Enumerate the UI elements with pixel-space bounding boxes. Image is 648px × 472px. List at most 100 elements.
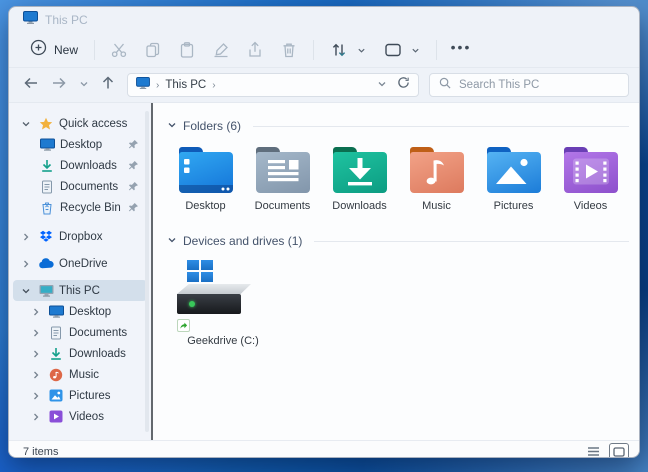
navigation-buttons — [23, 75, 115, 95]
sidebar-item-label: Music — [69, 369, 99, 381]
sort-button[interactable] — [321, 37, 375, 63]
pictures-icon — [48, 388, 64, 404]
chevron-right-icon[interactable] — [29, 412, 43, 422]
sidebar-item-label: Recycle Bin — [60, 202, 121, 214]
folder-documents[interactable]: Documents — [244, 143, 321, 218]
hard-drive-icon — [177, 294, 241, 314]
chevron-down-icon[interactable] — [19, 119, 33, 129]
chevron-right-icon[interactable] — [29, 307, 43, 317]
sidebar-item-downloads[interactable]: Downloads — [13, 343, 147, 364]
folders-section-header[interactable]: Folders (6) — [167, 117, 629, 135]
this-pc-icon — [38, 283, 54, 299]
trash-icon — [280, 41, 298, 59]
desktop-folder-icon — [178, 147, 234, 195]
back-button[interactable] — [23, 76, 39, 95]
folder-pictures[interactable]: Pictures — [475, 143, 552, 218]
new-button-label: New — [54, 43, 78, 57]
breadcrumb[interactable]: › This PC › — [127, 73, 419, 97]
chevron-right-icon[interactable] — [19, 232, 33, 242]
search-placeholder: Search This PC — [459, 79, 539, 91]
hard-drive-top-face — [177, 284, 251, 294]
chevron-right-icon[interactable]: › — [212, 80, 215, 91]
sidebar-item-documents-pinned[interactable]: Documents — [13, 176, 147, 197]
sidebar-item-documents[interactable]: Documents — [13, 322, 147, 343]
sidebar-item-label: Downloads — [60, 160, 117, 172]
sidebar-item-pictures[interactable]: Pictures — [13, 385, 147, 406]
music-folder-icon — [409, 147, 465, 195]
sidebar-item-label: Documents — [69, 327, 127, 339]
sidebar-item-dropbox[interactable]: Dropbox — [13, 226, 147, 247]
sidebar-item-onedrive[interactable]: OneDrive — [13, 253, 147, 274]
desktop-icon — [39, 137, 55, 153]
paste-button[interactable] — [170, 37, 204, 63]
sidebar-item-this-pc[interactable]: This PC — [13, 280, 147, 301]
videos-folder-icon — [563, 147, 619, 195]
large-icons-view-button[interactable] — [609, 443, 629, 459]
address-dropdown-chevron[interactable] — [377, 76, 387, 94]
window-title: This PC — [45, 13, 88, 27]
copy-icon — [144, 41, 162, 59]
sidebar-item-label: This PC — [59, 285, 100, 297]
folder-label: Videos — [574, 200, 607, 212]
pin-icon — [127, 181, 139, 193]
view-button[interactable] — [375, 38, 429, 62]
sidebar-item-recycle-bin[interactable]: Recycle Bin — [13, 197, 147, 218]
chevron-down-icon[interactable] — [167, 232, 177, 250]
large-icons-view-icon — [613, 447, 625, 457]
chevron-right-icon[interactable] — [29, 370, 43, 380]
recent-locations-chevron[interactable] — [79, 76, 89, 94]
sidebar-item-desktop-pinned[interactable]: Desktop — [13, 134, 147, 155]
paste-icon — [178, 41, 196, 59]
pin-icon — [127, 202, 139, 214]
folder-label: Downloads — [332, 200, 386, 212]
sidebar-item-quick-access[interactable]: Quick access — [13, 113, 147, 134]
forward-button[interactable] — [51, 76, 67, 95]
folders-grid: Desktop Documents Do — [167, 143, 629, 218]
sidebar-item-music[interactable]: Music — [13, 364, 147, 385]
search-input[interactable]: Search This PC — [429, 73, 629, 97]
status-bar: 7 items — [9, 440, 639, 458]
chevron-right-icon[interactable] — [29, 328, 43, 338]
folder-label: Documents — [255, 200, 311, 212]
sidebar-item-label: Documents — [60, 181, 118, 193]
folder-desktop[interactable]: Desktop — [167, 143, 244, 218]
sidebar-item-label: Dropbox — [59, 231, 102, 243]
chevron-right-icon[interactable] — [29, 391, 43, 401]
folder-downloads[interactable]: Downloads — [321, 143, 398, 218]
drive-label: Geekdrive (C:) — [187, 335, 259, 347]
this-pc-icon — [136, 76, 150, 94]
shortcut-arrow-badge — [177, 319, 190, 332]
devices-section-header[interactable]: Devices and drives (1) — [167, 232, 629, 250]
document-icon — [39, 179, 55, 195]
drive-geekdrive-c[interactable]: Geekdrive (C:) — [173, 258, 273, 351]
folder-music[interactable]: Music — [398, 143, 475, 218]
new-button[interactable]: New — [21, 35, 87, 65]
refresh-icon[interactable] — [397, 76, 410, 94]
documents-folder-icon — [255, 147, 311, 195]
folder-videos[interactable]: Videos — [552, 143, 629, 218]
breadcrumb-this-pc[interactable]: This PC — [165, 79, 206, 91]
ellipsis-icon: ••• — [451, 42, 472, 58]
sidebar-item-downloads-pinned[interactable]: Downloads — [13, 155, 147, 176]
cut-button[interactable] — [102, 37, 136, 63]
chevron-down-icon[interactable] — [19, 286, 33, 296]
sidebar-item-desktop[interactable]: Desktop — [13, 301, 147, 322]
drive-led-indicator — [189, 301, 195, 307]
chevron-down-icon[interactable] — [167, 117, 177, 135]
section-title: Devices and drives (1) — [183, 234, 302, 248]
more-options-button[interactable]: ••• — [444, 38, 478, 62]
details-view-icon — [587, 446, 600, 457]
copy-button[interactable] — [136, 37, 170, 63]
chevron-right-icon[interactable] — [19, 259, 33, 269]
toolbar-separator — [313, 40, 314, 60]
title-bar[interactable]: This PC — [9, 7, 639, 33]
folder-label: Pictures — [494, 200, 534, 212]
up-button[interactable] — [101, 75, 115, 95]
details-view-button[interactable] — [583, 443, 603, 459]
share-button[interactable] — [238, 37, 272, 63]
rename-button[interactable] — [204, 37, 238, 63]
delete-button[interactable] — [272, 37, 306, 63]
desktop-icon — [48, 304, 64, 320]
chevron-right-icon[interactable] — [29, 349, 43, 359]
sidebar-item-videos[interactable]: Videos — [13, 406, 147, 427]
